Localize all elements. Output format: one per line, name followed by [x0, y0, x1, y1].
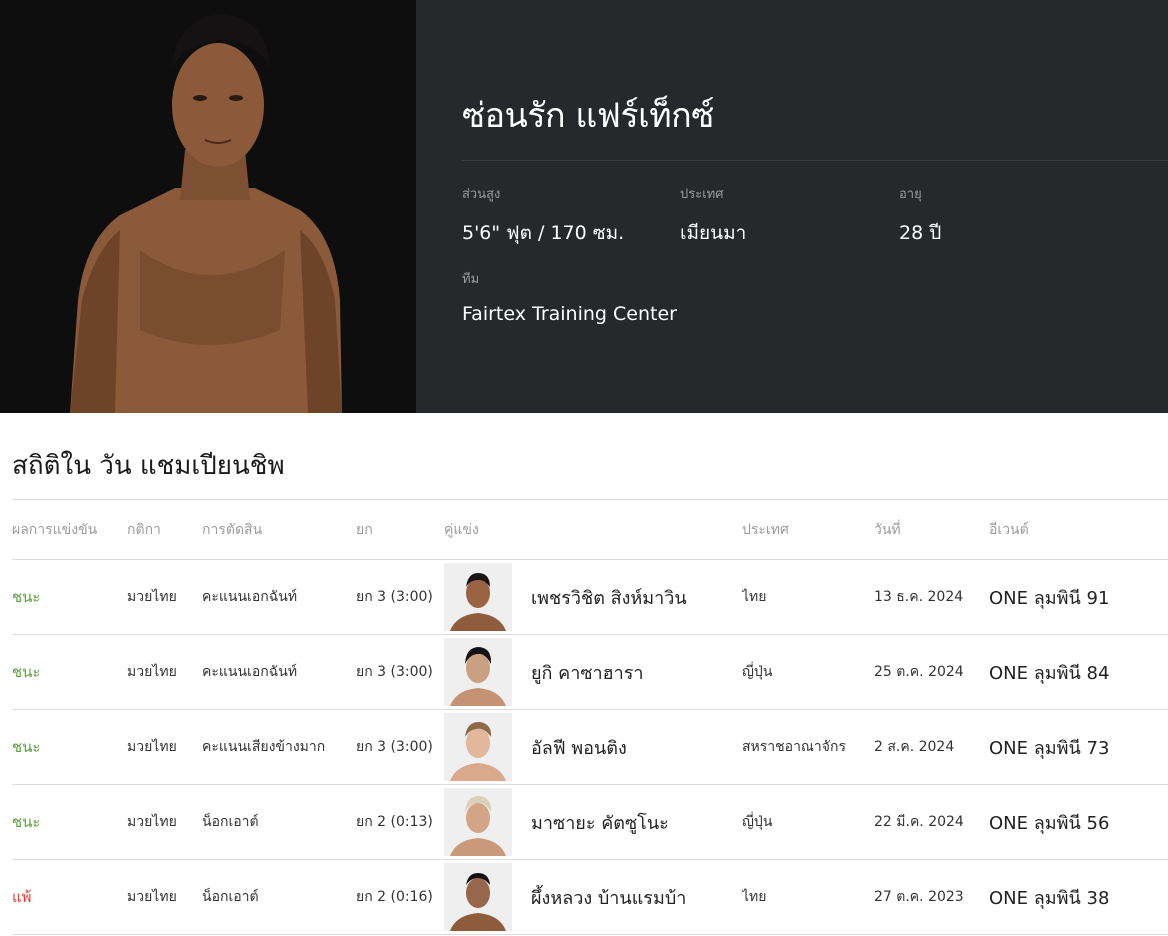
- attr-height-value: 5'6" ฟุต / 170 ซม.: [462, 222, 625, 244]
- opponent-photo-image: [444, 638, 512, 706]
- opponent-name[interactable]: เพชรวิชิต สิงห์มาวิน: [531, 583, 687, 612]
- country-cell: ไทย: [742, 589, 767, 605]
- fighter-portrait-image: [0, 0, 416, 413]
- header-date: วันที่: [874, 521, 901, 538]
- attr-age-value: 28 ปี: [899, 222, 942, 244]
- attr-country-value: เมียนมา: [680, 222, 747, 244]
- fighter-name: ซ่อนรัก แฟร์เท็กซ์: [462, 96, 714, 136]
- table-row[interactable]: ชนะ มวยไทย คะแนนเอกฉันท์ ยก 3 (3:00): [12, 560, 1168, 635]
- round-cell: ยก 3 (3:00): [356, 664, 433, 680]
- attr-country: ประเทศ เมียนมา: [680, 183, 746, 248]
- round-cell: ยก 3 (3:00): [356, 589, 433, 605]
- fighter-photo: [0, 0, 416, 413]
- table-row[interactable]: ชนะ มวยไทย คะแนนเสียงข้างมาก ยก 3 (3:00): [12, 710, 1168, 785]
- result-cell: ชนะ: [12, 663, 41, 681]
- opponent-name[interactable]: มาซายะ คัตซูโนะ: [531, 808, 669, 837]
- event-link[interactable]: ONE ลุมพินี 56: [989, 785, 1168, 860]
- opponent-avatar[interactable]: [444, 713, 512, 781]
- date-cell: 27 ต.ค. 2023: [874, 889, 964, 905]
- method-cell: คะแนนเสียงข้างมาก: [202, 739, 326, 755]
- event-link[interactable]: ONE ลุมพินี 73: [989, 710, 1168, 785]
- opponent-photo-image: [444, 563, 512, 631]
- header-round: ยก: [356, 521, 373, 538]
- opponent-name[interactable]: ผึ้งหลวง บ้านแรมบ้า: [531, 883, 686, 912]
- opponent-photo-image: [444, 788, 512, 856]
- opponent-cell[interactable]: อัลฟี พอนติง: [444, 710, 742, 785]
- method-cell: น็อกเอาต์: [202, 889, 259, 905]
- event-link[interactable]: ONE ลุมพินี 84: [989, 635, 1168, 710]
- method-cell: คะแนนเอกฉันท์: [202, 664, 298, 680]
- opponent-photo-image: [444, 863, 512, 931]
- round-cell: ยก 2 (0:13): [356, 814, 433, 830]
- table-row[interactable]: ชนะ มวยไทย คะแนนเอกฉันท์ ยก 3 (3:00): [12, 635, 1168, 710]
- rules-cell: มวยไทย: [127, 814, 177, 830]
- header-rules: กติกา: [127, 521, 161, 538]
- opponent-cell[interactable]: ผึ้งหลวง บ้านแรมบ้า: [444, 860, 742, 935]
- header-opponent: คู่แข่ง: [444, 521, 479, 538]
- result-cell: ชนะ: [12, 738, 41, 756]
- opponent-photo-image: [444, 713, 512, 781]
- result-cell: แพ้: [12, 888, 32, 906]
- hero-divider: [462, 160, 1168, 161]
- opponent-avatar[interactable]: [444, 788, 512, 856]
- opponent-avatar[interactable]: [444, 563, 512, 631]
- opponent-name[interactable]: อัลฟี พอนติง: [531, 733, 627, 762]
- opponent-avatar[interactable]: [444, 863, 512, 931]
- stats-title: สถิติใน วัน แชมเปียนชิพ: [12, 451, 285, 481]
- opponent-avatar[interactable]: [444, 638, 512, 706]
- rules-cell: มวยไทย: [127, 889, 177, 905]
- opponent-name[interactable]: ยูกิ คาซาฮารา: [531, 658, 644, 687]
- attr-age: อายุ 28 ปี: [899, 183, 941, 248]
- attr-team: ทีม Fairtex Training Center: [462, 268, 677, 325]
- result-cell: ชนะ: [12, 588, 41, 606]
- rules-cell: มวยไทย: [127, 739, 177, 755]
- country-cell: ไทย: [742, 889, 767, 905]
- date-cell: 2 ส.ค. 2024: [874, 739, 955, 755]
- fighter-info-panel: ซ่อนรัก แฟร์เท็กซ์ ส่วนสูง 5'6" ฟุต / 17…: [416, 0, 1168, 413]
- table-row[interactable]: แพ้ มวยไทย น็อกเอาต์ ยก 2 (0:16) ผึ้งหลว…: [12, 860, 1168, 935]
- header-event: อีเวนต์: [989, 521, 1029, 538]
- attr-country-label: ประเทศ: [680, 187, 724, 202]
- date-cell: 25 ต.ค. 2024: [874, 664, 964, 680]
- attr-team-value: Fairtex Training Center: [462, 303, 677, 325]
- table-header-row: ผลการแข่งขัน กติกา การตัดสิน ยก คู่แข่ง …: [12, 499, 1168, 560]
- rules-cell: มวยไทย: [127, 589, 177, 605]
- header-result: ผลการแข่งขัน: [12, 521, 98, 538]
- result-cell: ชนะ: [12, 813, 41, 831]
- country-cell: ญี่ปุ่น: [742, 664, 773, 680]
- event-link[interactable]: ONE ลุมพินี 38: [989, 860, 1168, 935]
- country-cell: ญี่ปุ่น: [742, 814, 773, 830]
- attr-height-label: ส่วนสูง: [462, 187, 501, 202]
- attr-team-label: ทีม: [462, 272, 480, 287]
- rules-cell: มวยไทย: [127, 664, 177, 680]
- opponent-cell[interactable]: ยูกิ คาซาฮารา: [444, 635, 742, 710]
- date-cell: 13 ธ.ค. 2024: [874, 589, 964, 605]
- attr-age-label: อายุ: [899, 187, 922, 202]
- fighter-hero: ซ่อนรัก แฟร์เท็กซ์ ส่วนสูง 5'6" ฟุต / 17…: [0, 0, 1168, 413]
- stats-section: สถิติใน วัน แชมเปียนชิพ ผลการแข่งขัน กติ…: [0, 445, 1168, 935]
- country-cell: สหราชอาณาจักร: [742, 739, 846, 755]
- date-cell: 22 มี.ค. 2024: [874, 814, 964, 830]
- method-cell: น็อกเอาต์: [202, 814, 259, 830]
- header-country: ประเทศ: [742, 521, 789, 538]
- opponent-cell[interactable]: มาซายะ คัตซูโนะ: [444, 785, 742, 860]
- round-cell: ยก 2 (0:16): [356, 889, 433, 905]
- opponent-cell[interactable]: เพชรวิชิต สิงห์มาวิน: [444, 560, 742, 635]
- round-cell: ยก 3 (3:00): [356, 739, 433, 755]
- header-method: การตัดสิน: [202, 521, 263, 538]
- attr-height: ส่วนสูง 5'6" ฟุต / 170 ซม.: [462, 183, 624, 248]
- fight-record-table: ผลการแข่งขัน กติกา การตัดสิน ยก คู่แข่ง …: [12, 499, 1168, 935]
- table-row[interactable]: ชนะ มวยไทย น็อกเอาต์ ยก 2 (0:13) มาซายะ …: [12, 785, 1168, 860]
- method-cell: คะแนนเอกฉันท์: [202, 589, 298, 605]
- event-link[interactable]: ONE ลุมพินี 91: [989, 560, 1168, 635]
